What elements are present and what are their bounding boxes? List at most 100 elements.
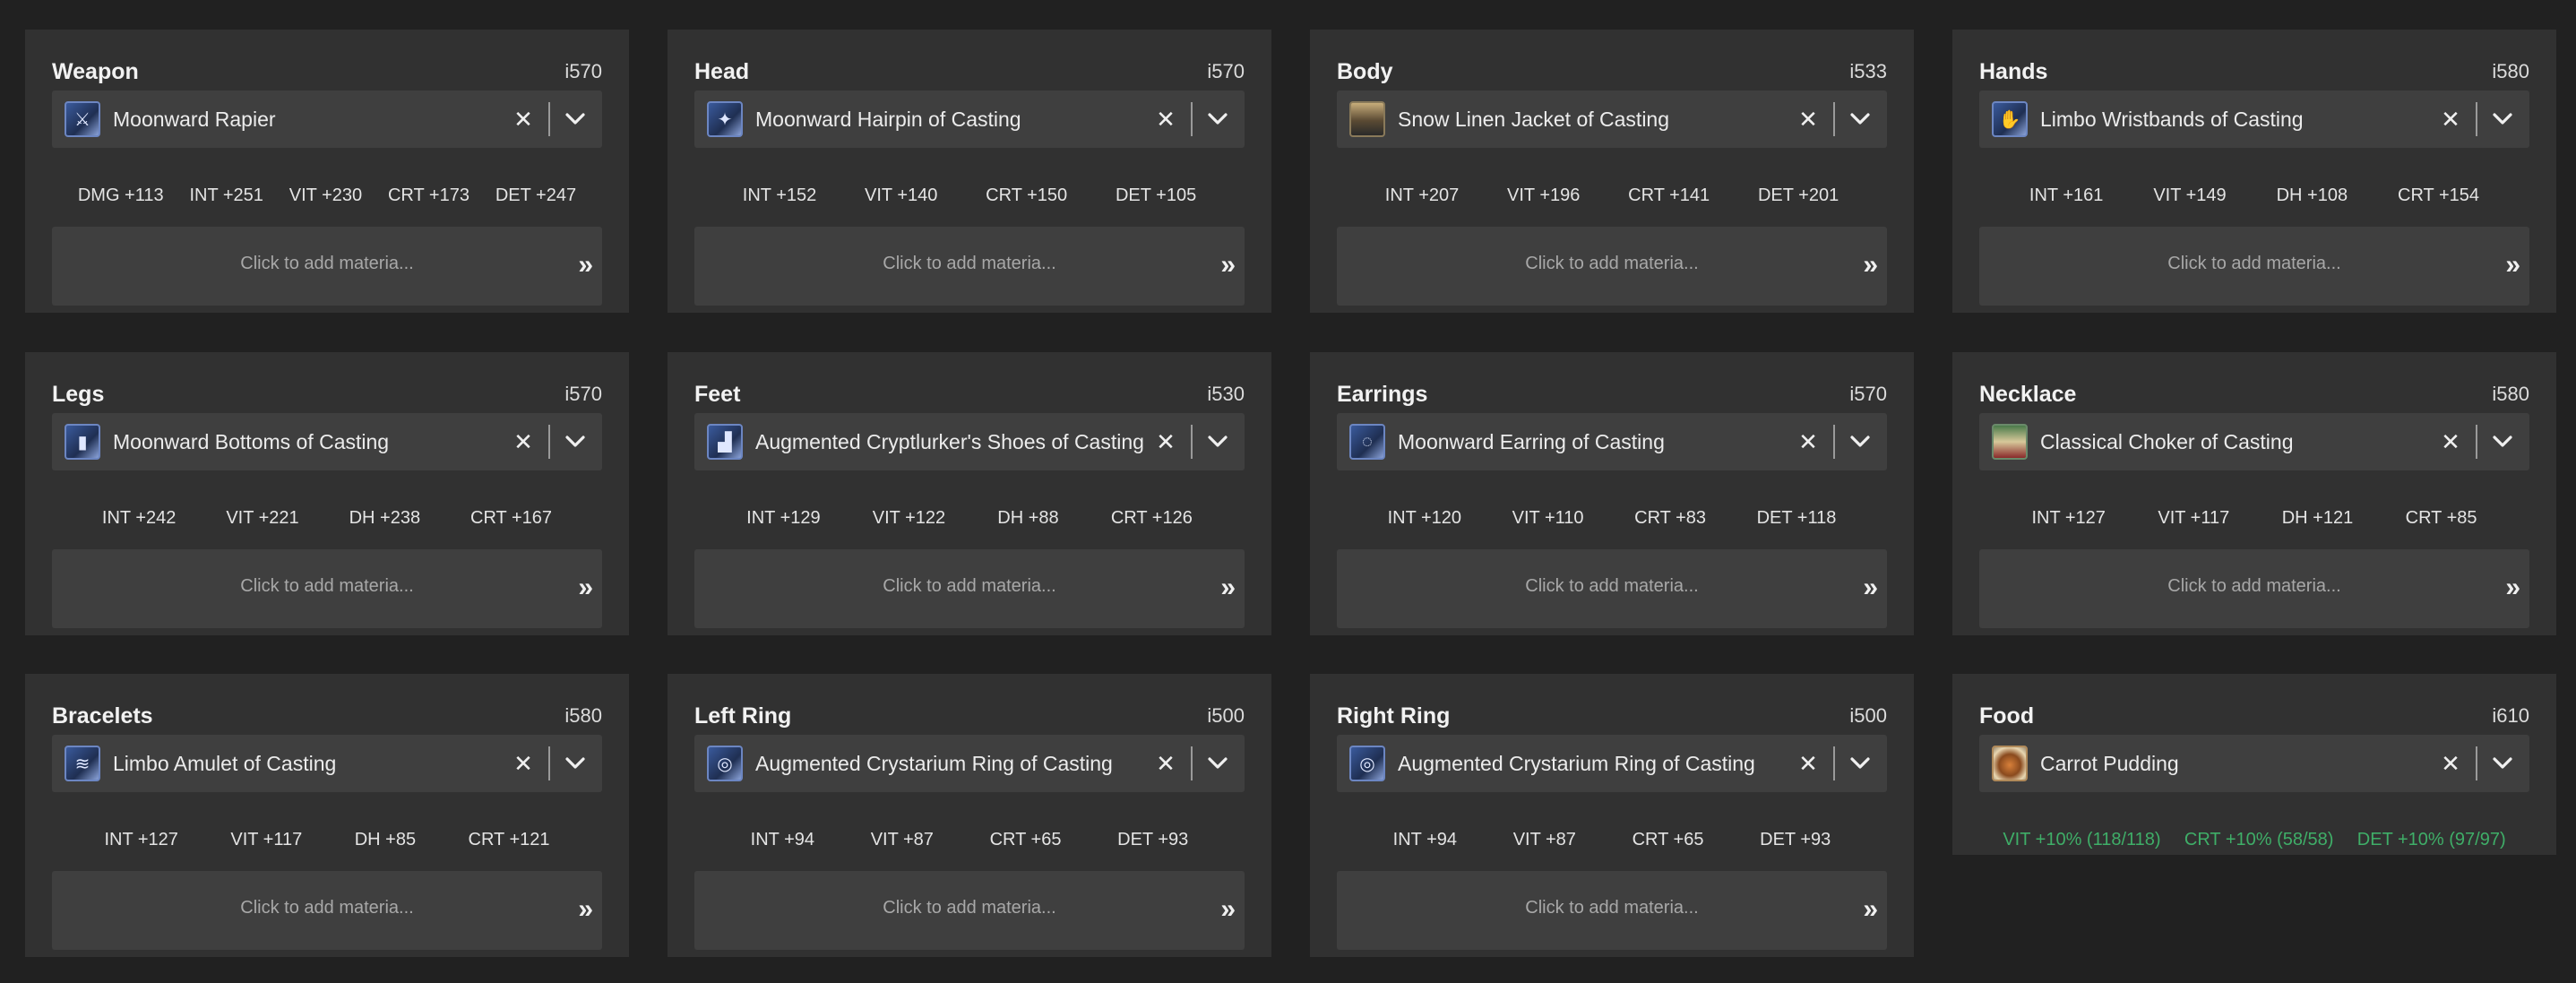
add-materia-button[interactable]: Click to add materia... » [1979,227,2529,306]
item-selector[interactable]: ⚔ Moonward Rapier ✕ [52,91,602,148]
hairpin-icon: ✦ [707,101,743,137]
slot-header: Weapon i570 [52,56,602,87]
clear-item-button[interactable]: ✕ [507,426,539,458]
item-selector[interactable]: ▟ Augmented Cryptlurker's Shoes of Castin… [694,413,1245,470]
gear-slot-card-left-ring: Left Ring i500 ◎ Augmented Crystarium Ring … [668,674,1271,957]
gear-slot-card-weapon: Weapon i570 ⚔ Moonward Rapier ✕ DMG +113 INT +… [25,30,629,313]
item-selector[interactable]: ◎ Augmented Crystarium Ring of Casting ✕ [694,735,1245,792]
chevron-down-icon[interactable] [1202,426,1234,458]
stat-list: INT +127 VIT +117 DH +85 CRT +121 [52,826,602,853]
slot-title: Left Ring [694,703,792,729]
add-materia-button[interactable]: Click to add materia... » [694,549,1245,628]
item-selector[interactable]: ≋ Limbo Amulet of Casting ✕ [52,735,602,792]
clear-item-button[interactable]: ✕ [1792,747,1824,780]
add-materia-button[interactable]: Click to add materia... » [694,227,1245,306]
chevron-down-icon[interactable] [1202,747,1234,780]
item-selector[interactable]: ✦ Moonward Hairpin of Casting ✕ [694,91,1245,148]
item-selector[interactable]: ▮ Moonward Bottoms of Casting ✕ [52,413,602,470]
stat-list: VIT +10% (118/118) CRT +10% (58/58) DET +1… [1979,826,2529,853]
stat-value: CRT +65 [1632,829,1704,849]
item-name: Moonward Bottoms of Casting [113,429,390,453]
gear-slot-card-feet: Feet i530 ▟ Augmented Cryptlurker's Shoes o… [668,352,1271,635]
add-materia-button[interactable]: Click to add materia... » [52,227,602,306]
item-name: Limbo Amulet of Casting [113,751,337,775]
stat-value: INT +152 [742,185,817,205]
clear-item-button[interactable]: ✕ [1792,426,1824,458]
materia-placeholder: Click to add materia... [1525,576,1699,596]
clear-item-button[interactable]: ✕ [507,103,539,135]
item-selector[interactable]: Carrot Pudding ✕ [1979,735,2529,792]
item-level: i570 [564,60,602,82]
clear-item-button[interactable]: ✕ [1150,103,1182,135]
stat-value: INT +242 [101,507,177,528]
stat-value: CRT +83 [1634,507,1706,528]
divider [1191,746,1193,780]
chevron-down-icon[interactable] [1844,747,1876,780]
clear-item-button[interactable]: ✕ [2434,426,2467,458]
chevron-down-icon[interactable] [559,103,591,135]
item-selector[interactable]: ◌ Moonward Earring of Casting ✕ [1337,413,1887,470]
clear-item-button[interactable]: ✕ [1792,103,1824,135]
stat-list: INT +207 VIT +196 CRT +141 DET +201 [1337,182,1887,209]
add-materia-button[interactable]: Click to add materia... » [52,871,602,950]
divider [1833,746,1835,780]
materia-placeholder: Click to add materia... [883,576,1056,596]
clear-item-button[interactable]: ✕ [507,747,539,780]
ring-icon: ◎ [707,746,743,781]
chevron-down-icon[interactable] [559,426,591,458]
item-level: i580 [2492,60,2529,82]
item-name: Augmented Crystarium Ring of Casting [755,751,1113,775]
slot-header: Head i570 [694,56,1245,87]
item-level: i530 [1207,383,1245,405]
double-chevron-right-icon: » [578,573,593,602]
clear-item-button[interactable]: ✕ [1150,747,1182,780]
item-selector[interactable]: ◎ Augmented Crystarium Ring of Casting ✕ [1337,735,1887,792]
gear-slot-card-necklace: Necklace i580 Classical Choker of Casting ✕… [1952,352,2556,635]
item-name: Moonward Hairpin of Casting [755,107,1021,131]
stat-value: CRT +65 [989,829,1062,849]
item-name: Augmented Crystarium Ring of Casting [1398,751,1755,775]
chevron-down-icon[interactable] [1844,103,1876,135]
chevron-down-icon[interactable] [2486,426,2519,458]
stat-list: INT +127 VIT +117 DH +121 CRT +85 [1979,504,2529,531]
chevron-down-icon[interactable] [1844,426,1876,458]
stat-value: INT +94 [750,829,815,849]
gear-slot-card-right-ring: Right Ring i500 ◎ Augmented Crystarium Ring… [1310,674,1914,957]
stat-value: DET +118 [1756,507,1837,528]
stat-value: DET +247 [495,185,577,205]
double-chevron-right-icon: » [578,894,593,924]
stat-value: INT +94 [1392,829,1458,849]
stat-value: DH +121 [2281,507,2354,528]
add-materia-button[interactable]: Click to add materia... » [1979,549,2529,628]
add-materia-button[interactable]: Click to add materia... » [1337,871,1887,950]
item-name: Moonward Rapier [113,107,276,131]
stat-value: DH +238 [349,507,421,528]
materia-placeholder: Click to add materia... [1525,254,1699,273]
gear-slot-card-body: Body i533 Snow Linen Jacket of Casting ✕ INT… [1310,30,1914,313]
item-name: Moonward Earring of Casting [1398,429,1665,453]
add-materia-button[interactable]: Click to add materia... » [1337,549,1887,628]
stat-value: VIT +122 [872,507,946,528]
chevron-down-icon[interactable] [559,747,591,780]
add-materia-button[interactable]: Click to add materia... » [1337,227,1887,306]
clear-item-button[interactable]: ✕ [2434,747,2467,780]
stat-value: DH +108 [2276,185,2348,205]
item-selector[interactable]: ✋ Limbo Wristbands of Casting ✕ [1979,91,2529,148]
slot-title: Earrings [1337,381,1428,407]
stat-value: VIT +117 [230,829,303,849]
chevron-down-icon[interactable] [2486,103,2519,135]
add-materia-button[interactable]: Click to add materia... » [694,871,1245,950]
chevron-down-icon[interactable] [1202,103,1234,135]
materia-placeholder: Click to add materia... [240,576,414,596]
add-materia-button[interactable]: Click to add materia... » [52,549,602,628]
item-level: i500 [1849,704,1887,727]
stat-value: VIT +10% (118/118) [2003,829,2161,849]
stat-value: INT +251 [189,185,263,205]
stat-value: DH +85 [354,829,417,849]
chevron-down-icon[interactable] [2486,747,2519,780]
item-selector[interactable]: Classical Choker of Casting ✕ [1979,413,2529,470]
clear-item-button[interactable]: ✕ [1150,426,1182,458]
gear-slot-card-food: Food i610 Carrot Pudding ✕ VIT +10% (118/118… [1952,674,2556,855]
item-selector[interactable]: Snow Linen Jacket of Casting ✕ [1337,91,1887,148]
clear-item-button[interactable]: ✕ [2434,103,2467,135]
